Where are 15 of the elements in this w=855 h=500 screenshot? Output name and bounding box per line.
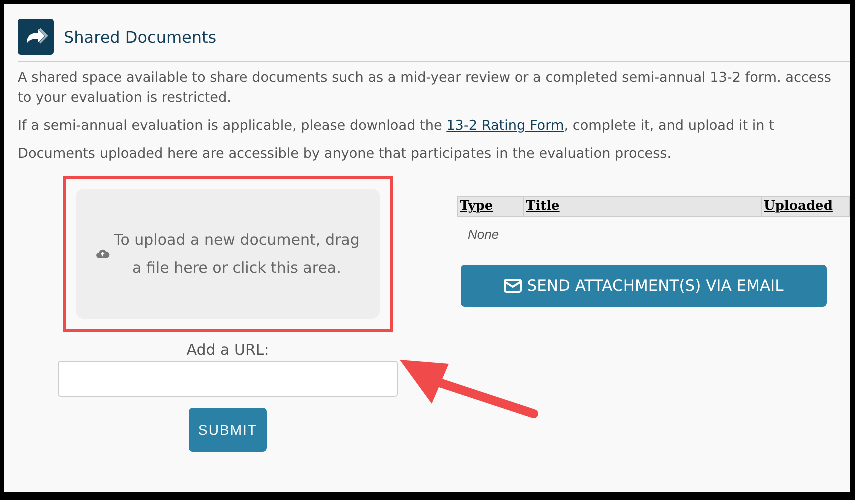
rating-form-link[interactable]: 13-2 Rating Form [446,118,564,134]
description-text: A shared space available to share documents such as a mid-year review or a completed semi-annual 13-2 form. access to your evaluation is restricted. [18,69,832,108]
description-text: Documents uploaded here are accessible by anyone that participates in the evaluation process. [18,145,673,164]
column-header[interactable]: Title [524,197,762,216]
section-title: Shared Documents [64,28,217,46]
send-email-button[interactable]: SEND ATTACHMENT(S) VIA EMAIL [461,265,827,307]
envelope-icon [504,279,522,293]
column-header[interactable]: Type [458,197,524,216]
column-header[interactable]: Uploaded [762,197,849,216]
upload-area[interactable]: To upload a new document, drag a file here or click this area. [76,189,380,319]
description-text: If a semi-annual evaluation is applicable, please download the 13-2 Rating Form, complete it, and upload it in t [18,117,776,136]
url-input[interactable] [58,361,398,397]
url-label: Add a URL: [186,341,270,359]
empty-table-text: None [468,227,500,242]
submit-button[interactable]: SUBMIT [188,408,268,452]
